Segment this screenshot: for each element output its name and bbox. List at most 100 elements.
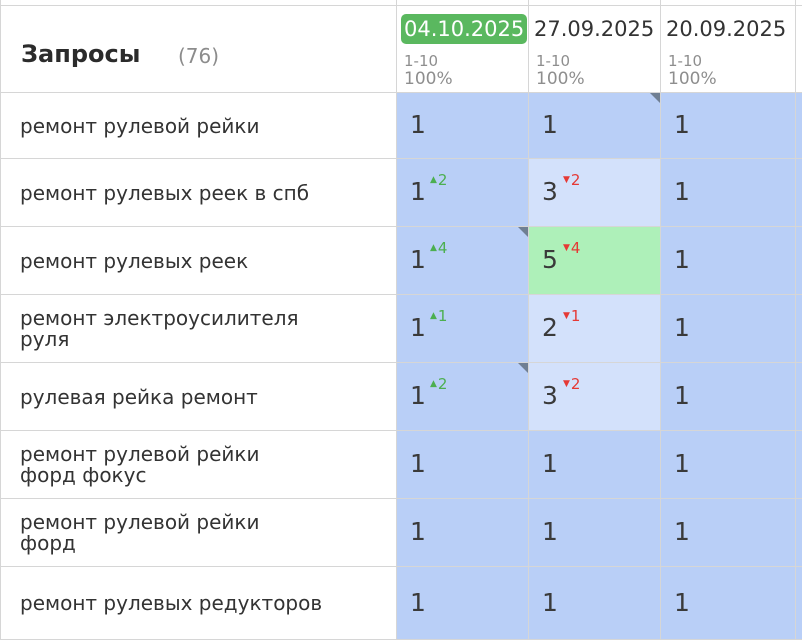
date-column-header[interactable]: 27.09.2025 1-10 100% (529, 6, 661, 92)
change-value: 2 (437, 375, 448, 393)
row-divider (0, 294, 802, 295)
query-cell[interactable]: ремонт рулевой рейки (0, 93, 396, 159)
query-line: форд (20, 531, 76, 555)
position-cell[interactable]: 1 (397, 431, 529, 499)
position-cell[interactable]: 1 (397, 93, 529, 159)
query-text: ремонт рулевой рейки форд (20, 512, 259, 554)
position-cell[interactable]: 1 (661, 499, 802, 567)
position-cell[interactable]: 3 ▼2 (529, 159, 661, 227)
query-line: рулевая рейка ремонт (20, 385, 258, 409)
queries-count: (76) (178, 44, 220, 68)
column-divider (660, 0, 661, 640)
position-down-change: ▼1 (563, 307, 580, 325)
position-cell[interactable]: 1 (529, 567, 661, 640)
position-value: 1 (674, 177, 690, 206)
row-divider (0, 430, 802, 431)
arrow-down-icon: ▼ (563, 243, 570, 253)
date-column-header[interactable]: 04.10.2025 1-10 100% (397, 6, 529, 92)
row-divider (0, 362, 802, 363)
position-value: 1 (674, 517, 690, 546)
position-cell[interactable]: 1 (661, 567, 802, 640)
position-value: 1 (674, 110, 690, 139)
position-value: 1 (542, 110, 558, 139)
position-cell[interactable]: 1 ▲2 (397, 363, 529, 431)
position-value: 1 (542, 449, 558, 478)
position-value: 1 (542, 588, 558, 617)
position-value: 1 (410, 449, 426, 478)
position-value: 1 (674, 588, 690, 617)
query-cell[interactable]: рулевая рейка ремонт (0, 363, 396, 431)
query-line: ремонт электроусилителя (20, 306, 299, 330)
query-line: ремонт рулевой рейки (20, 114, 260, 138)
top-range-label: 1-10 (404, 52, 439, 70)
position-cell[interactable]: 1 (397, 567, 529, 640)
position-cell[interactable]: 1 ▲2 (397, 159, 529, 227)
position-cell[interactable]: 1 (661, 295, 802, 363)
position-value: 1 (410, 381, 426, 410)
position-cell[interactable]: 1 (397, 499, 529, 567)
position-cell[interactable]: 1 ▲4 (397, 227, 529, 295)
position-down-change: ▼2 (563, 375, 580, 393)
position-cell[interactable]: 1 (661, 93, 802, 159)
position-value: 1 (410, 517, 426, 546)
query-cell[interactable]: ремонт рулевых редукторов (0, 567, 396, 640)
change-value: 4 (570, 239, 581, 257)
query-text: ремонт электроусилителя руля (20, 308, 299, 350)
arrow-down-icon: ▼ (563, 175, 570, 185)
column-divider (0, 0, 1, 640)
position-cell[interactable]: 1 ▲1 (397, 295, 529, 363)
position-value: 1 (410, 588, 426, 617)
query-cell[interactable]: ремонт электроусилителя руля (0, 295, 396, 363)
position-cell[interactable]: 1 (661, 227, 802, 295)
row-divider (0, 92, 802, 93)
position-down-change: ▼2 (563, 171, 580, 189)
position-cell[interactable]: 1 (529, 93, 661, 159)
position-value: 1 (674, 449, 690, 478)
position-value: 1 (674, 245, 690, 274)
position-value: 3 (542, 177, 558, 206)
position-cell[interactable]: 1 (661, 431, 802, 499)
query-cell[interactable]: ремонт рулевых реек (0, 227, 396, 295)
top-range-label: 1-10 (668, 52, 703, 70)
position-value: 1 (542, 517, 558, 546)
position-cell[interactable]: 1 (529, 499, 661, 567)
row-divider (0, 566, 802, 567)
queries-title: Запросы (21, 40, 141, 68)
date-column-header[interactable]: 20.09.2025 1-10 100% (661, 6, 802, 92)
arrow-down-icon: ▼ (563, 379, 570, 389)
position-down-change: ▼4 (563, 239, 580, 257)
change-value: 2 (570, 375, 581, 393)
date-label[interactable]: 20.09.2025 (666, 14, 786, 44)
position-value: 1 (410, 177, 426, 206)
position-value: 1 (674, 381, 690, 410)
query-line: ремонт рулевых редукторов (20, 591, 323, 615)
row-divider (0, 226, 802, 227)
query-text: ремонт рулевой рейки (20, 116, 259, 137)
position-cell[interactable]: 1 (661, 363, 802, 431)
query-cell[interactable]: ремонт рулевых реек в спб (0, 159, 396, 227)
position-cell[interactable]: 2 ▼1 (529, 295, 661, 363)
date-label[interactable]: 27.09.2025 (534, 14, 654, 44)
visibility-percent: 100% (668, 69, 717, 89)
query-cell[interactable]: ремонт рулевой рейки форд фокус (0, 431, 396, 499)
query-text: рулевая рейка ремонт (20, 387, 258, 408)
position-cell[interactable]: 5 ▼4 (529, 227, 661, 295)
position-value: 1 (674, 313, 690, 342)
arrow-up-icon: ▲ (430, 243, 437, 253)
query-line: руля (20, 327, 70, 351)
query-cell[interactable]: ремонт рулевой рейки форд (0, 499, 396, 567)
position-value: 1 (410, 110, 426, 139)
query-text: ремонт рулевых редукторов (20, 593, 322, 614)
arrow-down-icon: ▼ (563, 311, 570, 321)
query-line: ремонт рулевых реек в спб (20, 181, 310, 205)
position-cell[interactable]: 1 (661, 159, 802, 227)
queries-header[interactable]: Запросы (76) (0, 6, 396, 92)
arrow-up-icon: ▲ (430, 379, 437, 389)
position-cell[interactable]: 3 ▼2 (529, 363, 661, 431)
position-value: 1 (410, 313, 426, 342)
change-value: 4 (437, 239, 448, 257)
position-up-change: ▲2 (430, 375, 447, 393)
row-divider (0, 498, 802, 499)
date-label[interactable]: 04.10.2025 (401, 14, 528, 44)
position-cell[interactable]: 1 (529, 431, 661, 499)
